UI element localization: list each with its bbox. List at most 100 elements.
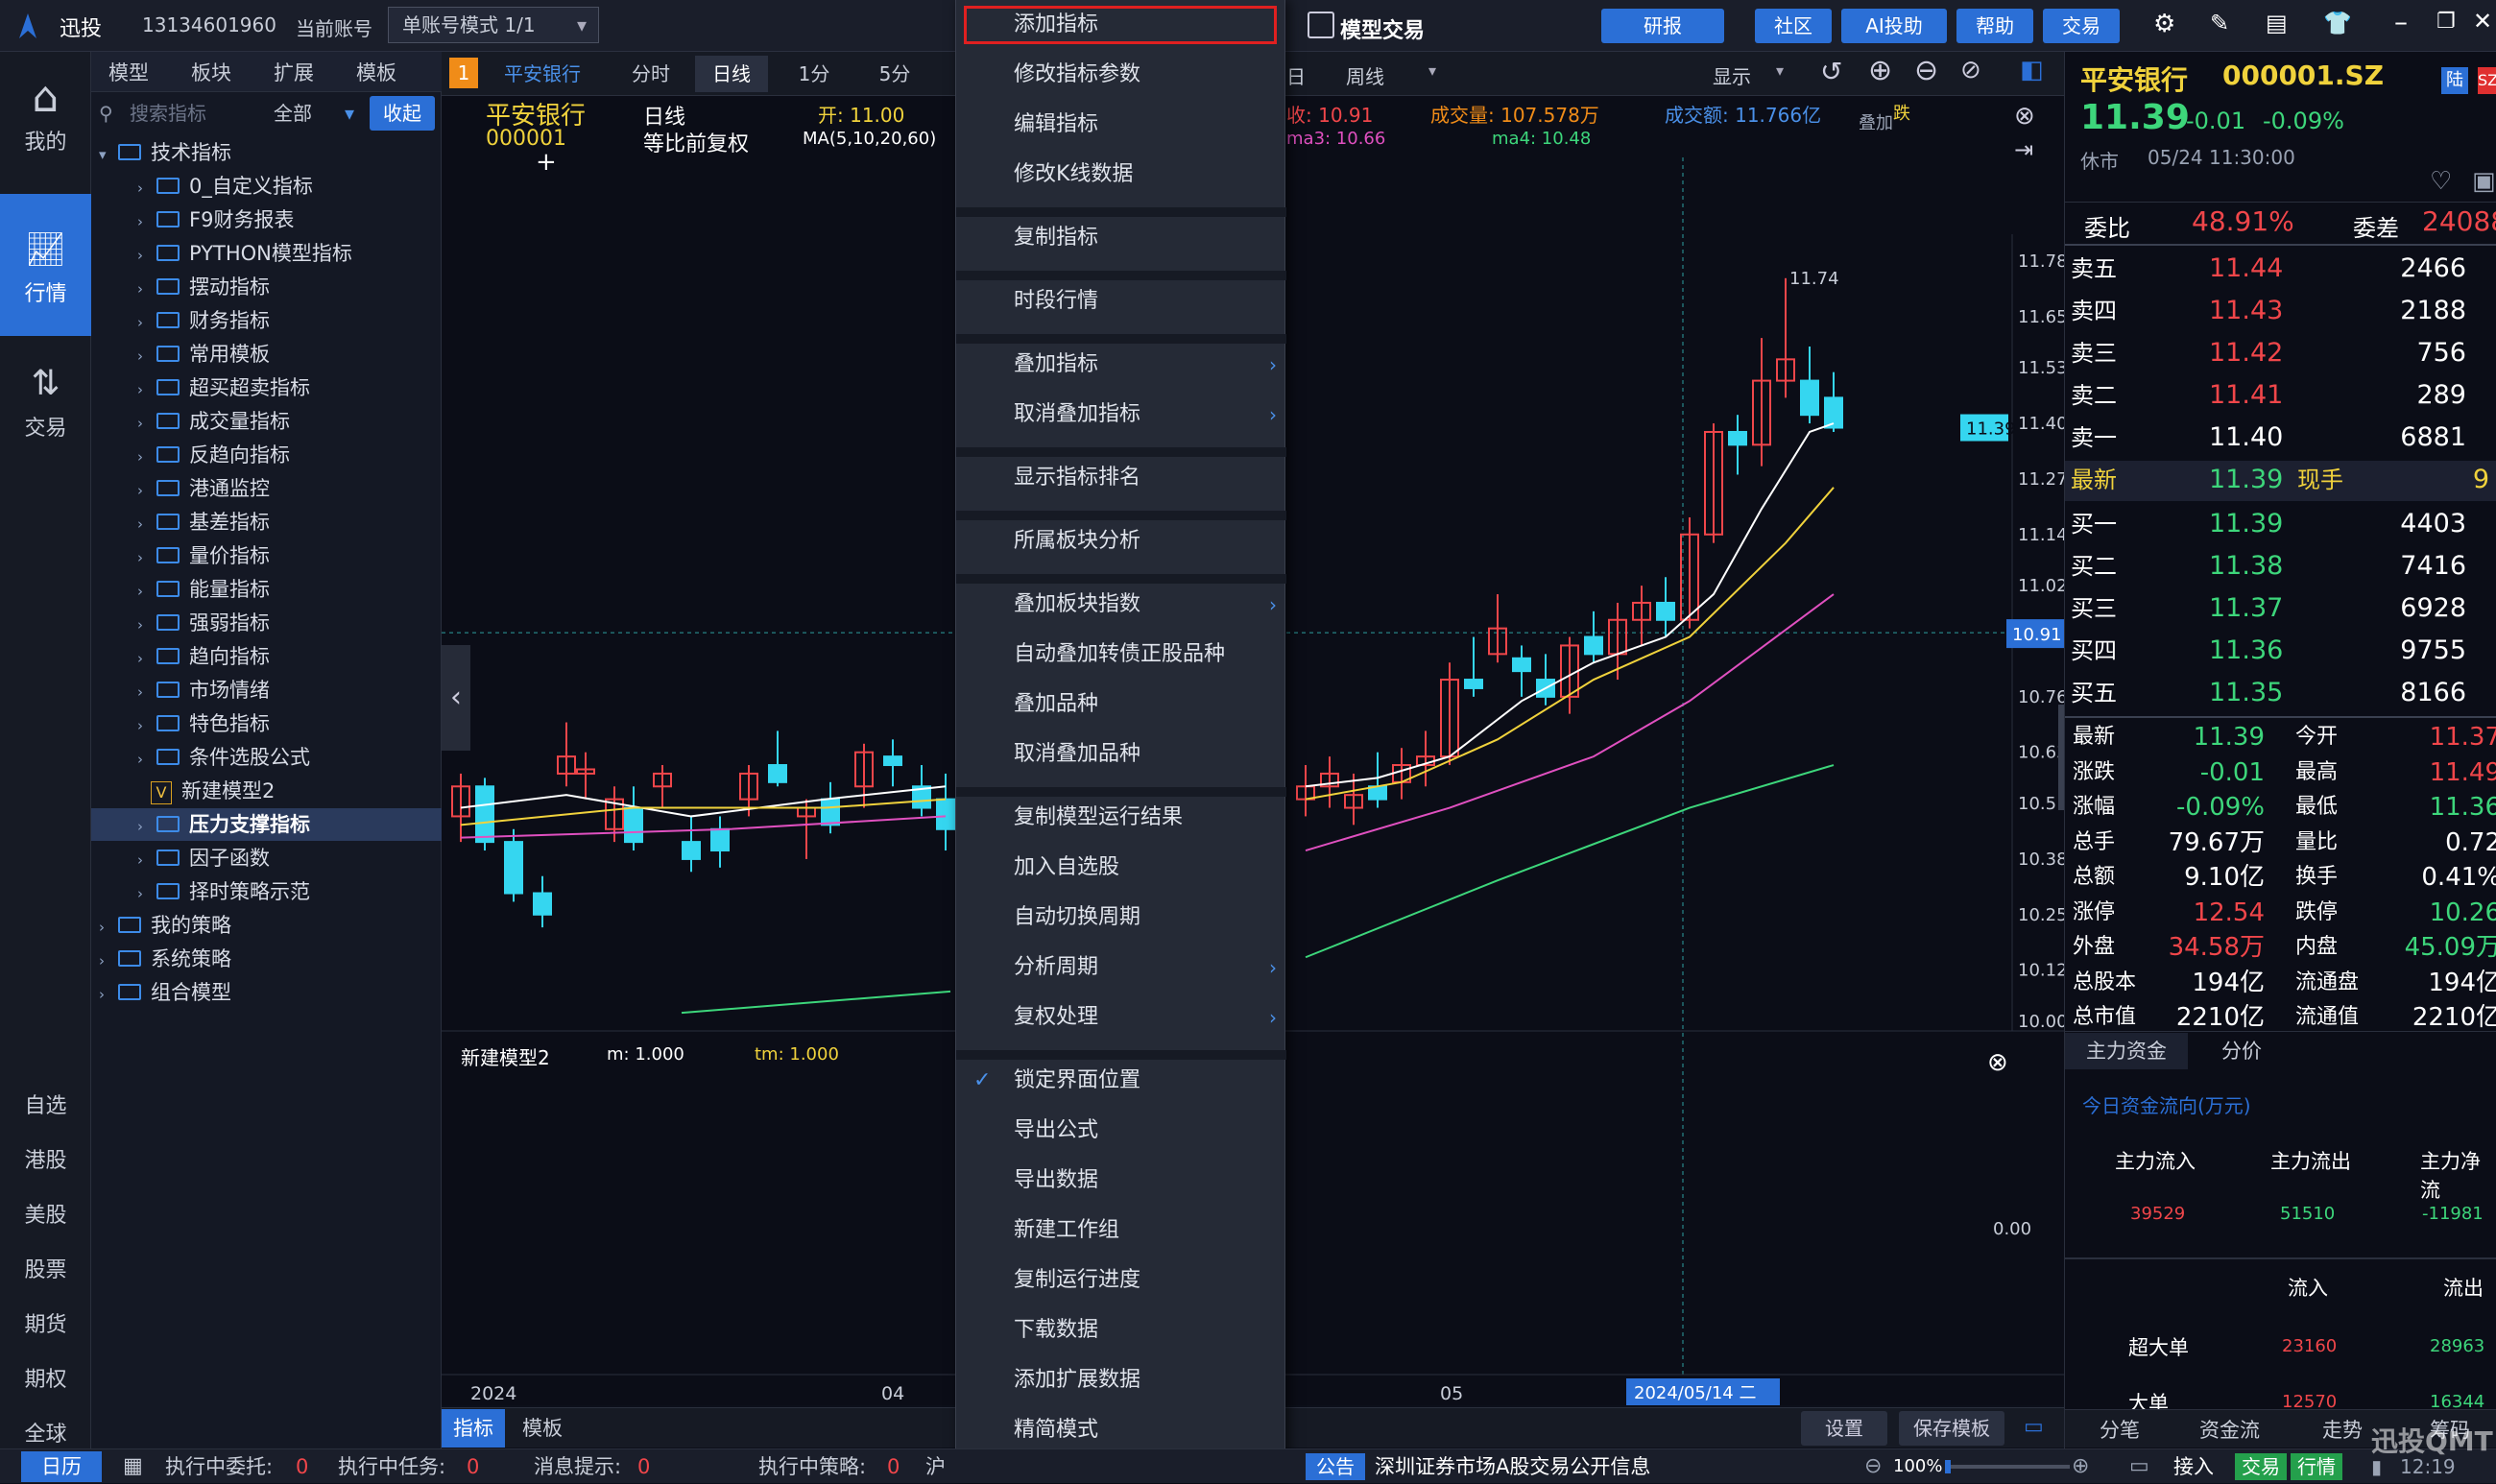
ask-row[interactable]: 卖二 11.41 289 — [2065, 374, 2496, 417]
shirt-icon[interactable]: 👕 — [2323, 10, 2352, 36]
tree-item[interactable]: V 新建模型2 — [99, 775, 275, 807]
menu-item[interactable]: 复制运行进度 — [956, 1261, 1286, 1300]
tree-item[interactable]: › 港通监控 — [99, 472, 270, 505]
bid-row[interactable]: 买四 11.36 9755 — [2065, 630, 2496, 672]
market-options[interactable]: 期权 — [0, 1362, 91, 1400]
status-strategies[interactable]: 执行中策略: — [758, 1449, 866, 1484]
gear-icon[interactable]: ⚙ — [2153, 10, 2175, 38]
trade-status-badge[interactable]: 交易 — [2235, 1453, 2287, 1480]
status-pending-tasks[interactable]: 执行中任务: — [338, 1449, 445, 1484]
access-label[interactable]: 接入 — [2173, 1449, 2214, 1484]
bottom-tab[interactable]: 走势 — [2322, 1415, 2363, 1444]
tree-item[interactable]: › 因子函数 — [99, 842, 270, 874]
ai-assist-button[interactable]: AI投助 — [1841, 9, 1947, 43]
market-us[interactable]: 美股 — [0, 1198, 91, 1236]
model-trade-title[interactable]: 模型交易 — [1340, 13, 1425, 44]
menu-item[interactable]: 复权处理 › — [956, 998, 1286, 1037]
tab-indicator[interactable]: 指标 — [442, 1409, 505, 1448]
menu-item[interactable]: 显示指标排名 — [956, 459, 1286, 497]
tree-item[interactable]: › 强弱指标 — [99, 607, 270, 639]
calendar-button[interactable]: 日历 — [21, 1451, 102, 1482]
bid-row[interactable]: 买三 11.37 6928 — [2065, 587, 2496, 630]
tree-item[interactable]: › 基差指标 — [99, 506, 270, 539]
collapse-button[interactable]: 收起 — [370, 96, 435, 131]
table-icon[interactable]: ▦ — [123, 1449, 143, 1484]
tree-root-technical[interactable]: ▾ 技术指标 — [99, 136, 231, 169]
menu-item[interactable]: 修改K线数据 — [956, 156, 1286, 194]
market-futures[interactable]: 期货 — [0, 1307, 91, 1346]
status-pending-orders[interactable]: 执行中委托: — [165, 1449, 273, 1484]
menu-item-add-indicator[interactable]: 添加指标 — [964, 6, 1277, 44]
menu-item[interactable]: 新建工作组 — [956, 1211, 1286, 1250]
minimize-icon[interactable]: – — [2394, 6, 2408, 37]
zoom-in-icon[interactable]: ⊕ — [2072, 1449, 2089, 1484]
tree-item[interactable]: › PYTHON模型指标 — [99, 237, 352, 270]
tab-model[interactable]: 模型 — [108, 58, 149, 86]
tab-extend[interactable]: 扩展 — [274, 58, 314, 86]
tree-root[interactable]: › 组合模型 — [99, 976, 231, 1009]
tree-item[interactable]: › 反趋向指标 — [99, 439, 290, 471]
ask-row[interactable]: 卖四 11.43 2188 — [2065, 290, 2496, 332]
menu-item[interactable]: 导出数据 — [956, 1161, 1286, 1200]
tree-item[interactable]: › 压力支撑指标 — [91, 808, 442, 841]
market-self[interactable]: 自选 — [0, 1089, 91, 1127]
bid-row[interactable]: 买一 11.39 4403 — [2065, 503, 2496, 545]
close-subchart-icon[interactable]: ⊗ — [1987, 1048, 2008, 1077]
bid-row[interactable]: 买五 11.35 8166 — [2065, 672, 2496, 714]
filter-select[interactable]: 全部 ▾ — [266, 96, 358, 131]
tree-root[interactable]: › 我的策略 — [99, 909, 231, 942]
zoom-slider[interactable] — [1945, 1460, 2070, 1473]
nav-market[interactable]: 📈︎ 行情 — [0, 194, 91, 336]
menu-item[interactable]: 导出公式 — [956, 1112, 1286, 1150]
account-mode-select[interactable]: 单账号模式 1/1 ▾ — [388, 7, 599, 43]
tree-root[interactable]: › 系统策略 — [99, 943, 231, 975]
menu-item[interactable]: 自动叠加转债正股品种 — [956, 635, 1286, 674]
trade-button[interactable]: 交易 — [2043, 9, 2120, 43]
menu-item[interactable]: 分析周期 › — [956, 948, 1286, 987]
edit-icon[interactable]: ✎ — [2210, 10, 2229, 36]
tree-item[interactable]: › 财务指标 — [99, 304, 270, 337]
close-icon[interactable]: ✕ — [2473, 8, 2492, 35]
market-hk[interactable]: 港股 — [0, 1143, 91, 1182]
menu-item[interactable]: 复制模型运行结果 — [956, 799, 1286, 837]
tab-price-dist[interactable]: 分价 — [2194, 1033, 2290, 1069]
tab-main-funds[interactable]: 主力资金 — [2065, 1033, 2188, 1069]
search-input[interactable]: ⚲ 搜索指标 — [91, 94, 264, 132]
menu-item[interactable]: 添加扩展数据 — [956, 1361, 1286, 1400]
tree-item[interactable]: › 特色指标 — [99, 707, 270, 740]
save-template-button[interactable]: 保存模板 — [1899, 1411, 2004, 1446]
tree-item[interactable]: › 成交量指标 — [99, 405, 290, 438]
research-button[interactable]: 研报 — [1601, 9, 1724, 43]
menu-item[interactable]: 修改指标参数 — [956, 56, 1286, 94]
ask-row[interactable]: 卖五 11.44 2466 — [2065, 248, 2496, 290]
nav-my[interactable]: ⌂ 我的 — [0, 71, 91, 181]
tree-item[interactable]: › 趋向指标 — [99, 640, 270, 673]
menu-item[interactable]: 精简模式 — [956, 1411, 1286, 1449]
menu-item[interactable]: 叠加板块指数 › — [956, 586, 1286, 624]
menu-item[interactable]: ✓ 锁定界面位置 — [956, 1062, 1286, 1100]
menu-item[interactable]: 所属板块分析 — [956, 522, 1286, 561]
menu-item[interactable]: 下载数据 — [956, 1311, 1286, 1350]
market-status-badge[interactable]: 行情 — [2291, 1453, 2342, 1480]
collapse-tree-handle[interactable]: ‹ — [442, 645, 470, 751]
menu-item[interactable]: 取消叠加品种 — [956, 735, 1286, 774]
menu-item[interactable]: 时段行情 — [956, 282, 1286, 321]
tree-item[interactable]: › 市场情绪 — [99, 674, 270, 706]
ask-row[interactable]: 卖三 11.42 756 — [2065, 332, 2496, 374]
tree-item[interactable]: › 超买超卖指标 — [99, 371, 310, 404]
menu-item[interactable]: 叠加品种 — [956, 685, 1286, 724]
heart-icon[interactable]: ♡ — [2430, 167, 2452, 196]
tree-item[interactable]: › 摆动指标 — [99, 271, 270, 303]
bottom-tab[interactable]: 分笔 — [2100, 1415, 2140, 1444]
bid-row[interactable]: 买二 11.38 7416 — [2065, 545, 2496, 587]
tree-item[interactable]: › F9财务报表 — [99, 203, 294, 236]
market-stock[interactable]: 股票 — [0, 1253, 91, 1291]
notice-text[interactable]: 深圳证券市场A股交易公开信息 — [1375, 1449, 1650, 1484]
menu-item[interactable]: 叠加指标 › — [956, 346, 1286, 384]
menu-item[interactable]: 编辑指标 — [956, 106, 1286, 144]
more-icon[interactable]: ▣ — [2472, 167, 2496, 196]
tree-item[interactable]: › 能量指标 — [99, 573, 270, 606]
settings-button[interactable]: 设置 — [1801, 1411, 1887, 1446]
menu-item[interactable]: 自动切换周期 — [956, 898, 1286, 937]
tab-sector[interactable]: 板块 — [191, 58, 231, 86]
